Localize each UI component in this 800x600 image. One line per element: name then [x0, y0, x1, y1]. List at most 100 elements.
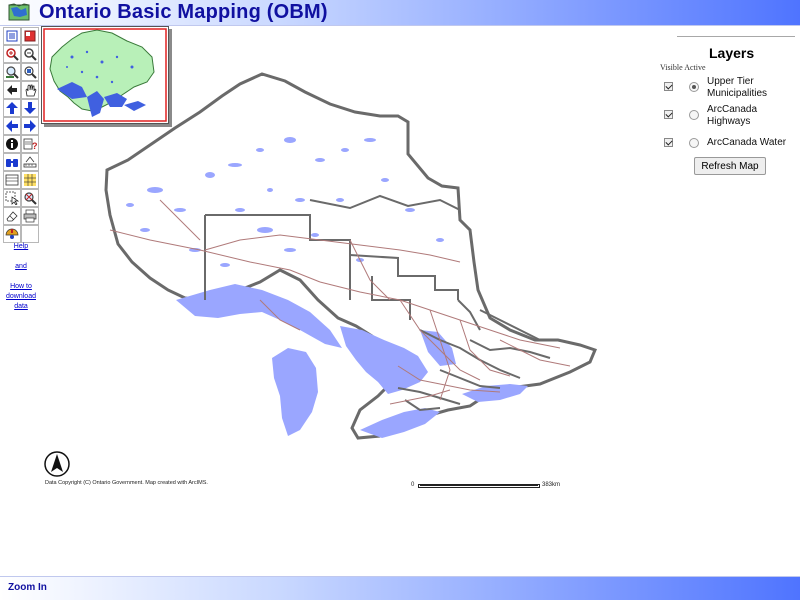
buffer-button[interactable]	[21, 171, 39, 189]
clear-selection-button[interactable]	[21, 189, 39, 207]
toggle-legend-icon	[6, 30, 18, 42]
toolbar-row	[3, 225, 39, 243]
scale-bar-line	[418, 484, 540, 488]
toolbar: ?	[3, 27, 39, 243]
zoom-active-layer-icon	[24, 66, 37, 79]
zoom-out-button[interactable]	[21, 45, 39, 63]
select-rectangle-icon	[5, 174, 19, 186]
select-rectangle-button[interactable]	[3, 171, 21, 189]
toggle-overview-icon	[24, 30, 36, 42]
toggle-legend-button[interactable]	[3, 27, 21, 45]
measure-button[interactable]	[21, 153, 39, 171]
status-bar: Zoom In	[0, 576, 800, 600]
zoom-in-icon	[6, 48, 19, 61]
toolbar-row	[3, 45, 39, 63]
layer-row: ArcCanada Water	[652, 132, 800, 149]
find-button[interactable]	[3, 153, 21, 171]
layers-title: Layers	[709, 45, 755, 61]
lake-superior	[176, 284, 342, 348]
zoom-full-icon	[6, 66, 19, 79]
layer-active-radio[interactable]	[689, 110, 699, 120]
toolbar-row: ?	[3, 135, 39, 153]
eraser-button[interactable]	[3, 207, 21, 225]
zoom-active-layer-button[interactable]	[21, 63, 39, 81]
clear-selection-icon	[24, 192, 37, 205]
help-link-and[interactable]: and	[0, 262, 42, 272]
divider	[677, 36, 795, 37]
download-data-link-line1[interactable]: How to	[0, 282, 42, 292]
northern-lakes	[126, 137, 444, 267]
layer-active-radio[interactable]	[689, 138, 699, 148]
toolbar-row	[3, 207, 39, 225]
layer-row: Upper Tier Municipalities	[652, 76, 800, 100]
select-shape-button[interactable]	[3, 189, 21, 207]
status-text: Zoom In	[8, 582, 47, 593]
toolbar-empty-slot	[21, 225, 39, 243]
layer-active-radio[interactable]	[689, 82, 699, 92]
georgian-bay	[420, 330, 456, 366]
print-icon	[23, 209, 37, 223]
layer-row: ArcCanada Highways	[652, 104, 800, 128]
toolbar-row	[3, 171, 39, 189]
page-title: Ontario Basic Mapping (OBM)	[39, 1, 328, 23]
zoom-full-button[interactable]	[3, 63, 21, 81]
identify-icon	[6, 138, 18, 150]
toggle-overview-button[interactable]	[21, 27, 39, 45]
find-icon	[6, 159, 18, 167]
options-button[interactable]	[3, 225, 21, 243]
pan-east-button[interactable]	[21, 117, 39, 135]
toolbar-row	[3, 99, 39, 117]
pan-south-button[interactable]	[21, 99, 39, 117]
toolbar-row	[3, 63, 39, 81]
eraser-icon	[6, 211, 18, 222]
lake-ontario	[462, 384, 528, 402]
toolbar-row	[3, 117, 39, 135]
layer-name: ArcCanada Water	[707, 137, 787, 148]
north-arrow-icon	[44, 451, 70, 477]
layers-panel: Layers Visible Active Upper Tier Municip…	[652, 36, 800, 175]
pan-button[interactable]	[21, 81, 39, 99]
layer-visible-checkbox[interactable]	[664, 110, 673, 119]
zoom-previous-button[interactable]	[3, 81, 21, 99]
lake-erie	[360, 408, 440, 438]
layer-visible-checkbox[interactable]	[664, 82, 673, 91]
query-icon: ?	[23, 138, 37, 151]
scale-bar: 0 383km	[411, 482, 571, 490]
pan-north-button[interactable]	[3, 99, 21, 117]
pan-west-button[interactable]	[3, 117, 21, 135]
layer-visible-checkbox[interactable]	[664, 138, 673, 147]
header-bar: Ontario Basic Mapping (OBM)	[0, 0, 800, 26]
toolbar-row	[3, 189, 39, 207]
layer-name: ArcCanada Highways	[707, 104, 758, 127]
municipal-boundaries	[204, 194, 551, 412]
help-link[interactable]: Help	[0, 242, 42, 252]
lake-huron	[340, 326, 428, 394]
zoom-previous-icon	[7, 85, 17, 95]
overview-map[interactable]	[41, 26, 169, 124]
select-shape-icon	[5, 191, 19, 205]
download-data-link-line2[interactable]: download	[0, 292, 42, 302]
toolbar-row	[3, 153, 39, 171]
ontario-outline	[104, 72, 598, 440]
buffer-icon	[24, 174, 36, 186]
download-data-link-line3[interactable]: data	[0, 302, 42, 312]
refresh-map-button[interactable]: Refresh Map	[694, 157, 766, 175]
query-button[interactable]: ?	[21, 135, 39, 153]
lake-michigan	[272, 348, 318, 436]
measure-icon	[23, 156, 37, 168]
print-button[interactable]	[21, 207, 39, 225]
toolbar-row	[3, 27, 39, 45]
zoom-in-button[interactable]	[3, 45, 21, 63]
pan-south-icon	[24, 102, 36, 114]
map-logo-icon	[8, 3, 30, 22]
layer-name: Upper Tier Municipalities	[707, 76, 768, 99]
options-icon	[5, 228, 19, 239]
highways	[109, 199, 571, 405]
zoom-out-icon	[24, 48, 37, 61]
svg-text:?: ?	[32, 141, 37, 151]
pan-west-icon	[6, 120, 18, 132]
identify-button[interactable]	[3, 135, 21, 153]
scale-start-label: 0	[411, 482, 415, 488]
pan-icon	[25, 84, 37, 97]
scale-end-label: 383km	[542, 482, 561, 488]
